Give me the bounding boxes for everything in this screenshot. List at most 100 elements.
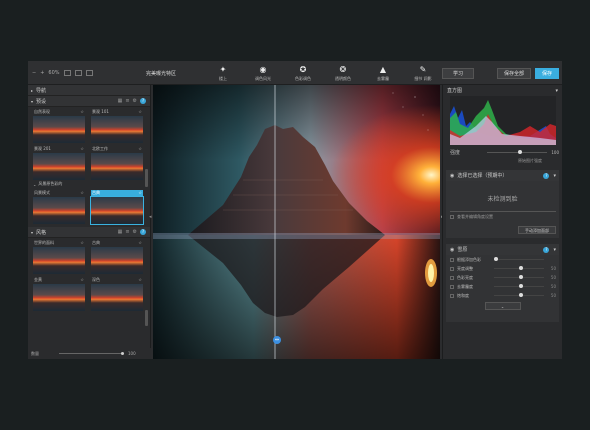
navigator-header[interactable]: ▸ 导航 [28,85,150,96]
preset-thumbnail[interactable]: 景观 201 ☆ [33,146,85,180]
preset-thumbnail[interactable]: 金黄 ☆ [33,277,85,311]
presets-header[interactable]: ▾ 预设 ▦ ≡ ⚙ ? [28,96,150,107]
save-button[interactable]: 保存 [535,68,559,79]
adjust-slider-knob[interactable] [494,257,498,261]
zoom-level[interactable]: 60% [48,70,59,76]
star-icon[interactable]: ☆ [138,146,142,153]
preset-thumbnail[interactable]: 古典 ☆ [90,190,144,225]
tool-tab-5[interactable]: ✎ 细节 润影 [403,61,443,85]
expand-more-button[interactable]: ⌄ [484,302,521,310]
amount-slider[interactable] [59,352,124,355]
preset-preview-image [33,284,85,311]
star-icon[interactable]: ☆ [138,277,142,284]
view-controls: − + 60% [28,61,93,85]
tool-tab-3[interactable]: ❂ 透明颜色 [323,61,363,85]
checkbox[interactable] [450,275,454,280]
chevron-down-icon[interactable]: ▾ [553,247,556,253]
star-icon[interactable]: ☆ [80,146,84,153]
preset-group-label[interactable]: ⌄ 风景原色彩的 [28,180,150,188]
adjust-slider[interactable] [494,275,544,279]
histogram-header[interactable]: 直方图 ▾ [443,85,562,96]
adjust-item[interactable]: 根据添加色彩 [446,255,559,264]
adjust-slider-knob[interactable] [519,284,523,288]
star-icon[interactable]: ☆ [80,240,84,247]
adjust-item[interactable]: 色彩亮度 50 [446,273,559,282]
preset-thumbnail[interactable]: 北欧工作 ☆ [91,146,143,180]
tool-label: 色彩调色 [295,75,311,81]
help-icon[interactable]: ? [140,98,146,104]
toggle-icon[interactable]: ◉ [450,173,454,179]
preset-thumbnail[interactable]: 风景模式 ☆ [33,190,85,224]
adjust-item[interactable]: 去雾霾度 50 [446,282,559,291]
help-icon[interactable]: ? [543,246,550,253]
adjust-slider[interactable] [494,257,544,261]
preset-thumbnail[interactable]: 古典 ☆ [91,240,143,274]
intensity-slider[interactable] [487,150,548,154]
tool-tab-4[interactable]: ▲ 去雾霾 [363,61,403,85]
adjust-item[interactable]: 饱和度 50 [446,291,559,300]
list-view-icon[interactable]: ≡ [125,229,129,235]
preset-name: 北欧工作 [92,146,108,151]
learn-button[interactable]: 学习 [442,68,474,79]
adjust-slider[interactable] [494,293,544,297]
tool-tab-1[interactable]: ◉ 调色风光 [243,61,283,85]
adjust-slider[interactable] [494,284,544,288]
adjust-slider[interactable] [494,266,544,270]
left-panel: ▸ 导航 ▾ 预设 ▦ ≡ ⚙ ? 自然表现 ☆ 景观 101 ☆ 景观 201 ☆ 北欧工… [28,85,151,359]
help-icon[interactable]: ? [140,229,146,235]
save-all-button[interactable]: 保存全部 [497,68,531,79]
grid-view-icon[interactable]: ▦ [118,98,123,104]
preset-preview-image [90,196,144,225]
tool-tab-0[interactable]: ✦ 楼上 [203,61,243,85]
add-face-button[interactable]: 手动添加面部 [518,226,556,234]
adjust-slider-knob[interactable] [519,293,523,297]
split-view-handle[interactable]: ⇔ [273,336,281,344]
zoom-in-icon[interactable]: + [40,70,44,76]
collapse-icon: ▸ [31,87,34,93]
single-view-icon[interactable] [63,70,71,76]
presets-scrollbar[interactable] [145,169,148,187]
toggle-icon[interactable]: ◉ [450,247,454,253]
star-icon[interactable]: ☆ [138,190,142,197]
checkbox[interactable] [450,266,454,271]
image-canvas[interactable]: ⇔ [153,85,440,359]
preset-thumbnail[interactable]: 世界的面料 ☆ [33,240,85,274]
preset-thumbnail[interactable]: 深色 ☆ [91,277,143,311]
help-icon[interactable]: ? [543,172,550,179]
gear-icon[interactable]: ⚙ [133,229,137,235]
tool-tab-2[interactable]: ✪ 色彩调色 [283,61,323,85]
grid-view-icon[interactable]: ▦ [118,229,123,235]
checkbox[interactable] [450,293,454,298]
list-view-icon[interactable]: ≡ [125,98,129,104]
amount-slider-knob[interactable] [121,352,124,355]
checkbox[interactable] [450,257,454,262]
preset-thumbnail[interactable]: 自然表现 ☆ [33,109,85,143]
star-icon[interactable]: ☆ [138,240,142,247]
ai-check-row[interactable]: 查看并编辑角度设置 [450,214,493,220]
split-view-icon[interactable] [74,70,82,76]
chevron-down-icon[interactable]: ▾ [553,173,556,179]
adjust-slider-knob[interactable] [519,266,523,270]
collapse-left-icon[interactable]: ◂ [149,214,152,220]
ai-section-header[interactable]: ◉ 选择已选择（预期中） ? ▾ [446,170,559,181]
intensity-slider-knob[interactable] [518,150,523,154]
star-icon[interactable]: ☆ [138,109,142,116]
adjust-item[interactable]: 亮度调整 50 [446,264,559,273]
looks-header[interactable]: ▾ 风格 ▦ ≡ ⚙ ? [28,227,150,238]
adjust-value: 50 [550,275,556,280]
checkbox[interactable] [450,284,454,289]
checkbox[interactable] [450,215,454,219]
compare-view-icon[interactable] [85,70,93,76]
looks-scrollbar[interactable] [145,310,148,326]
star-icon[interactable]: ☆ [80,277,84,284]
adjust-slider-knob[interactable] [519,275,523,279]
zoom-out-icon[interactable]: − [32,70,36,76]
preset-name: 景观 101 [92,109,109,114]
gear-icon[interactable]: ⚙ [133,98,137,104]
star-icon[interactable]: ☆ [80,190,84,197]
star-icon[interactable]: ☆ [80,109,84,116]
chevron-down-icon[interactable]: ▾ [555,88,558,94]
app-window: − + 60% 完美曝光特区 ✦ 楼上 ◉ 调色风光 ✪ 色彩调色 ❂ 透明颜色 ▲ 去雾霾 ✎ 细节… [28,61,562,359]
adjust-section-header[interactable]: ◉ 雪原 ? ▾ [446,244,559,255]
preset-thumbnail[interactable]: 景观 101 ☆ [91,109,143,143]
